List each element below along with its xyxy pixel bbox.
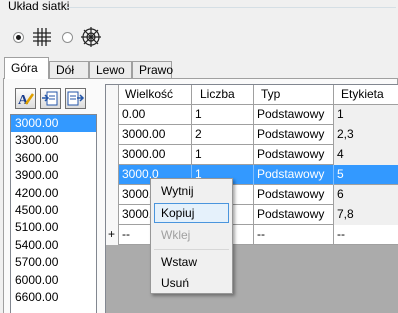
list-item[interactable]: 3900.00 bbox=[11, 167, 96, 184]
list-item[interactable]: 4200.00 bbox=[11, 185, 96, 202]
cell-type[interactable]: Podstawowy bbox=[254, 125, 334, 145]
radio-orthogonal[interactable] bbox=[13, 32, 24, 43]
cell-size[interactable]: 3000.00 bbox=[119, 125, 192, 145]
menu-item-cut[interactable]: Wytnij bbox=[154, 181, 229, 201]
table-header: Wielkość Liczba Typ Etykieta bbox=[106, 85, 398, 105]
cell-label[interactable]: -- bbox=[334, 225, 398, 245]
tab-lewo[interactable]: Lewo bbox=[89, 61, 132, 78]
new-row-marker: + bbox=[106, 225, 119, 245]
context-menu: Wytnij Kopiuj Wklej Wstaw Usuń bbox=[150, 178, 233, 294]
column-header[interactable]: Liczba bbox=[192, 85, 254, 105]
row-marker bbox=[106, 145, 119, 165]
cell-count[interactable]: 1 bbox=[192, 105, 254, 125]
export-icon bbox=[67, 91, 85, 106]
table-row[interactable]: 0.00 1 Podstawowy 1 bbox=[106, 105, 398, 125]
table-row[interactable]: 3000.00 1 Podstawowy 4 bbox=[106, 145, 398, 165]
menu-item-delete[interactable]: Usuń bbox=[154, 273, 229, 293]
radio-radial[interactable] bbox=[62, 32, 73, 43]
group-title: Układ siatki bbox=[8, 0, 70, 13]
list-item[interactable]: 3000.00 bbox=[11, 115, 96, 133]
cell-count[interactable]: 2 bbox=[192, 125, 254, 145]
tab-gora[interactable]: Góra bbox=[4, 57, 49, 79]
list-item[interactable]: 3600.00 bbox=[11, 150, 96, 167]
cell-type[interactable]: -- bbox=[254, 225, 334, 245]
menu-item-paste[interactable]: Wklej bbox=[154, 225, 229, 245]
cell-type[interactable]: Podstawowy bbox=[254, 165, 334, 185]
edit-label-icon: A bbox=[18, 93, 35, 108]
cell-type[interactable]: Podstawowy bbox=[254, 205, 334, 225]
import-button[interactable] bbox=[40, 88, 61, 109]
menu-item-copy[interactable]: Kopiuj bbox=[154, 203, 229, 223]
import-icon bbox=[42, 91, 58, 106]
values-list[interactable]: 3000.00 3300.00 3600.00 3900.00 4200.00 … bbox=[10, 114, 97, 313]
list-item[interactable]: 6000.00 bbox=[11, 272, 96, 289]
table-row[interactable]: 3000.00 2 Podstawowy 2,3 bbox=[106, 125, 398, 145]
list-item[interactable]: 5100.00 bbox=[11, 219, 96, 236]
cell-label[interactable]: 4 bbox=[334, 145, 398, 165]
cell-size[interactable]: 3000.00 bbox=[119, 145, 192, 165]
row-marker bbox=[106, 205, 119, 225]
row-marker bbox=[106, 125, 119, 145]
row-marker bbox=[106, 165, 119, 185]
list-item[interactable]: 4500.00 bbox=[11, 202, 96, 219]
edit-label-button[interactable]: A bbox=[15, 88, 36, 109]
cell-type[interactable]: Podstawowy bbox=[254, 145, 334, 165]
cell-type[interactable]: Podstawowy bbox=[254, 185, 334, 205]
menu-separator bbox=[154, 249, 229, 250]
group-divider bbox=[66, 7, 396, 8]
list-item[interactable]: 5400.00 bbox=[11, 237, 96, 254]
cell-type[interactable]: Podstawowy bbox=[254, 105, 334, 125]
list-item[interactable]: 5700.00 bbox=[11, 254, 96, 271]
grid-table[interactable]: Wielkość Liczba Typ Etykieta 0.00 1 Pods… bbox=[105, 84, 398, 313]
list-item[interactable]: 6600.00 bbox=[11, 289, 96, 306]
radial-grid-icon[interactable] bbox=[80, 26, 102, 48]
tab-prawo[interactable]: Prawo bbox=[132, 61, 173, 78]
cell-label[interactable]: 7,8 bbox=[334, 205, 398, 225]
column-header[interactable]: Typ bbox=[254, 85, 334, 105]
export-button[interactable] bbox=[65, 88, 86, 109]
row-marker bbox=[106, 105, 119, 125]
tab-dol[interactable]: Dół bbox=[49, 61, 89, 78]
column-header[interactable]: Etykieta bbox=[334, 85, 398, 105]
cell-label[interactable]: 5 bbox=[334, 165, 398, 185]
cell-label[interactable]: 6 bbox=[334, 185, 398, 205]
cell-count[interactable]: 1 bbox=[192, 145, 254, 165]
corner-cell bbox=[106, 85, 119, 105]
list-item[interactable]: 3300.00 bbox=[11, 132, 96, 149]
orthogonal-grid-icon[interactable] bbox=[31, 26, 53, 48]
menu-item-insert[interactable]: Wstaw bbox=[154, 252, 229, 272]
cell-label[interactable]: 1 bbox=[334, 105, 398, 125]
cell-label[interactable]: 2,3 bbox=[334, 125, 398, 145]
cell-size[interactable]: 0.00 bbox=[119, 105, 192, 125]
column-header[interactable]: Wielkość bbox=[119, 85, 192, 105]
row-marker bbox=[106, 185, 119, 205]
